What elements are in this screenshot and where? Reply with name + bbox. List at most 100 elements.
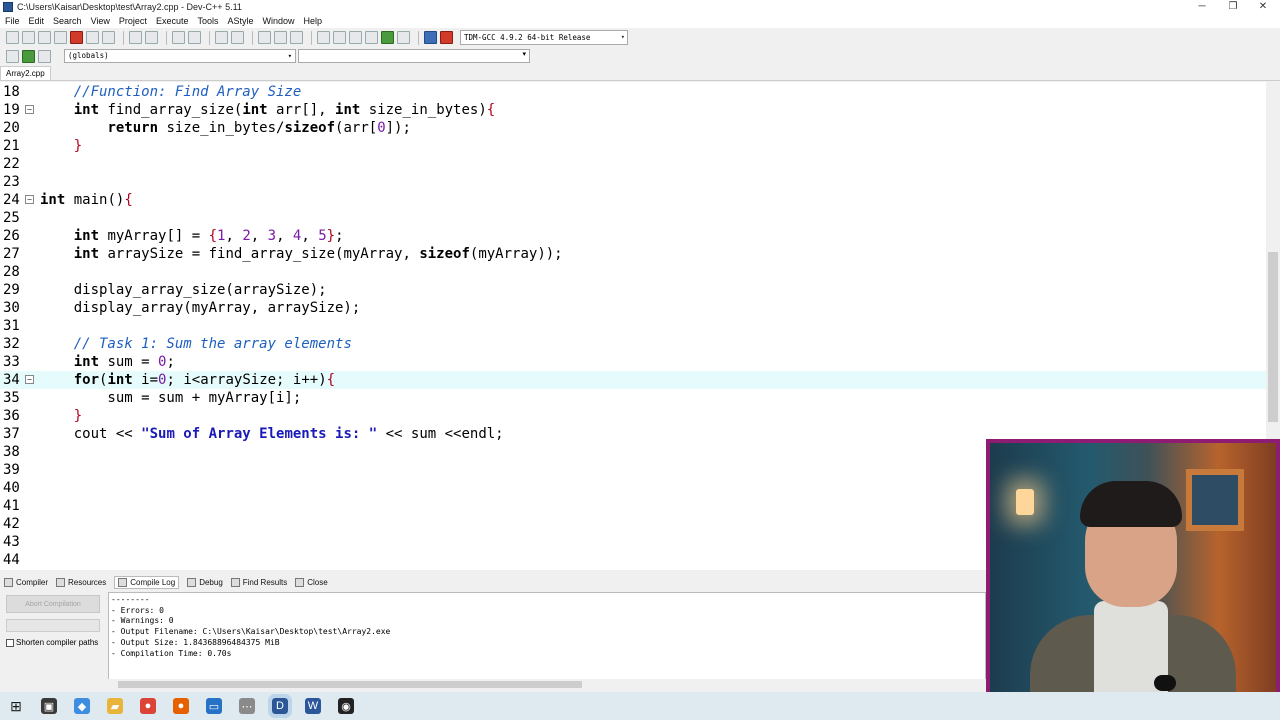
abort-compilation-button[interactable]: Abort Compilation <box>6 595 100 613</box>
file-explorer-icon[interactable]: ▰ <box>107 698 123 714</box>
code-line[interactable]: 36 } <box>0 407 1266 425</box>
menu-astyle[interactable]: AStyle <box>227 16 253 26</box>
tab-find-results[interactable]: Find Results <box>230 577 287 587</box>
toolbar-separator <box>418 30 419 45</box>
code-line[interactable]: 33 int sum = 0; <box>0 353 1266 371</box>
menu-window[interactable]: Window <box>263 16 295 26</box>
print-icon[interactable] <box>102 31 115 44</box>
code-line[interactable]: 35 sum = sum + myArray[i]; <box>0 389 1266 407</box>
close-window-button[interactable]: ✕ <box>1248 0 1278 14</box>
code-line[interactable]: 27 int arraySize = find_array_size(myArr… <box>0 245 1266 263</box>
stop-execution-icon[interactable] <box>397 31 410 44</box>
fold-toggle-icon[interactable]: − <box>25 105 34 114</box>
code-line[interactable]: 26 int myArray[] = {1, 2, 3, 4, 5}; <box>0 227 1266 245</box>
member-select[interactable]: ▾ <box>298 49 530 63</box>
editor-tab-array2[interactable]: Array2.cpp <box>0 66 51 81</box>
menu-tools[interactable]: Tools <box>197 16 218 26</box>
menu-search[interactable]: Search <box>53 16 82 26</box>
code-line[interactable]: 23 <box>0 173 1266 191</box>
code-line[interactable]: 28 <box>0 263 1266 281</box>
shorten-paths-checkbox[interactable] <box>6 638 14 647</box>
bottom-panel-tabs: Compiler Resources Compile Log Debug Fin… <box>0 574 986 590</box>
chrome-icon[interactable]: ● <box>140 698 156 714</box>
toggle-bookmark-icon[interactable] <box>231 31 244 44</box>
insert-icon[interactable] <box>6 49 19 63</box>
dev-cpp-icon[interactable]: D <box>268 694 292 718</box>
code-line[interactable]: 24− int main(){ <box>0 191 1266 209</box>
tab-compiler[interactable]: Compiler <box>4 577 48 587</box>
save-all-icon[interactable] <box>54 31 67 44</box>
close-file-icon[interactable] <box>70 31 83 44</box>
project-icon[interactable] <box>290 31 303 44</box>
rebuild-icon[interactable] <box>365 31 378 44</box>
debug-icon[interactable] <box>440 31 453 44</box>
code-line[interactable]: 20 return size_in_bytes/sizeof(arr[0]); <box>0 119 1266 137</box>
redo-icon[interactable] <box>145 31 158 44</box>
tab-resources[interactable]: Resources <box>56 577 106 587</box>
word-icon[interactable]: W <box>305 698 321 714</box>
scrollbar-thumb[interactable] <box>118 681 582 688</box>
code-line[interactable]: 25 <box>0 209 1266 227</box>
tab-close[interactable]: Close <box>295 577 328 587</box>
obs-icon[interactable]: ◉ <box>338 698 354 714</box>
code-line[interactable]: 22 <box>0 155 1266 173</box>
indent-icon[interactable] <box>22 49 35 63</box>
forward-icon[interactable] <box>274 31 287 44</box>
run-icon[interactable] <box>333 31 346 44</box>
find-icon[interactable] <box>172 31 185 44</box>
photos-icon[interactable]: ◆ <box>74 698 90 714</box>
task-view-icon[interactable]: ▣ <box>41 698 57 714</box>
compiler-select[interactable]: TDM-GCC 4.9.2 64-bit Release ▾ <box>460 30 628 45</box>
unindent-icon[interactable] <box>38 49 51 63</box>
start-icon[interactable]: ⊞ <box>8 698 24 714</box>
compile-log-icon <box>118 577 128 587</box>
scrollbar-thumb[interactable] <box>1268 252 1278 422</box>
close-all-icon[interactable] <box>86 31 99 44</box>
code-line[interactable]: 21 } <box>0 137 1266 155</box>
line-number: 31 <box>3 318 20 334</box>
code-line[interactable]: 29 display_array_size(arraySize); <box>0 281 1266 299</box>
undo-icon[interactable] <box>129 31 142 44</box>
code-line[interactable]: 30 display_array(myArray, arraySize); <box>0 299 1266 317</box>
tab-debug[interactable]: Debug <box>187 577 223 587</box>
syntax-check-icon[interactable] <box>381 31 394 44</box>
shorten-paths-option[interactable]: Shorten compiler paths <box>6 638 98 647</box>
line-number: 40 <box>3 480 20 496</box>
menu-edit[interactable]: Edit <box>29 16 45 26</box>
replace-icon[interactable] <box>188 31 201 44</box>
back-icon[interactable] <box>258 31 271 44</box>
minimize-button[interactable]: ─ <box>1187 0 1217 14</box>
menu-execute[interactable]: Execute <box>156 16 189 26</box>
tab-compile-log[interactable]: Compile Log <box>114 575 180 589</box>
code-line[interactable]: 34− for(int i=0; i<arraySize; i++){ <box>0 371 1266 389</box>
compile-log-output[interactable]: -------- - Errors: 0- Warnings: 0- Output… <box>108 592 986 680</box>
goto-line-icon[interactable] <box>215 31 228 44</box>
code-text: for(int i=0; i<arraySize; i++){ <box>73 372 336 388</box>
line-number: 34 <box>3 372 20 388</box>
remote-desktop-icon[interactable]: ▭ <box>206 698 222 714</box>
code-line[interactable]: 31 <box>0 317 1266 335</box>
new-file-icon[interactable] <box>6 31 19 44</box>
code-line[interactable]: 32 // Task 1: Sum the array elements <box>0 335 1266 353</box>
restore-button[interactable]: ❐ <box>1218 0 1248 14</box>
chart-icon[interactable] <box>424 31 437 44</box>
class-select[interactable]: (globals) ▾ <box>64 49 296 63</box>
menu-project[interactable]: Project <box>119 16 147 26</box>
fold-toggle-icon[interactable]: − <box>25 195 34 204</box>
open-file-icon[interactable] <box>22 31 35 44</box>
log-line: - Warnings: 0 <box>111 616 174 626</box>
log-line: -------- <box>111 595 150 604</box>
tab-label: Close <box>307 577 328 587</box>
compile-icon[interactable] <box>317 31 330 44</box>
settings-icon[interactable]: ⋯ <box>239 698 255 714</box>
log-horizontal-scrollbar[interactable] <box>108 679 986 690</box>
menu-help[interactable]: Help <box>304 16 323 26</box>
compile-run-icon[interactable] <box>349 31 362 44</box>
save-icon[interactable] <box>38 31 51 44</box>
menu-file[interactable]: File <box>5 16 20 26</box>
code-line[interactable]: 18 //Function: Find Array Size <box>0 83 1266 101</box>
firefox-icon[interactable]: ● <box>173 698 189 714</box>
code-line[interactable]: 19− int find_array_size(int arr[], int s… <box>0 101 1266 119</box>
fold-toggle-icon[interactable]: − <box>25 375 34 384</box>
menu-view[interactable]: View <box>91 16 110 26</box>
